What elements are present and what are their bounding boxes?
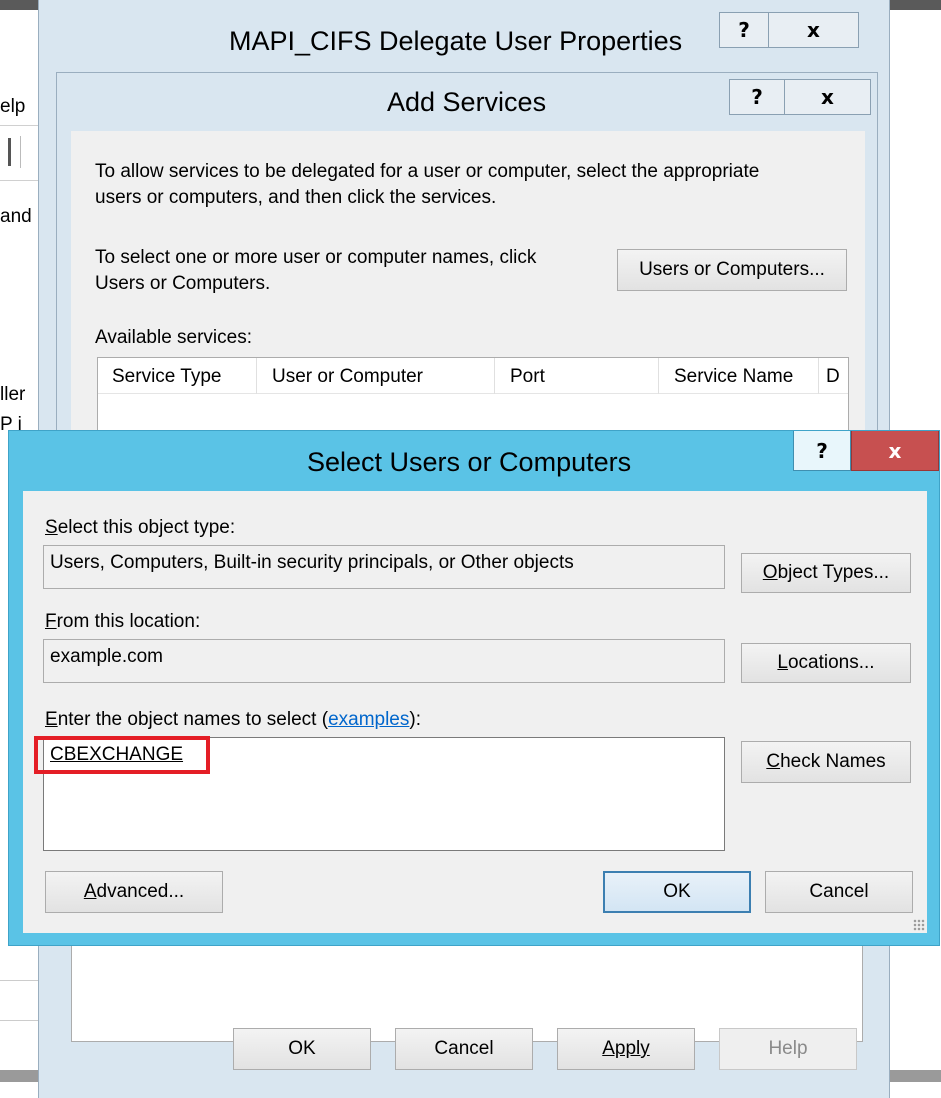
- advanced-text: dvanced...: [96, 881, 185, 902]
- mapi-apply-label: Apply: [602, 1038, 650, 1059]
- location-field: example.com: [43, 639, 725, 683]
- locations-text: ocations...: [787, 652, 875, 673]
- location-label: From this location:: [45, 611, 200, 633]
- object-names-label-suffix: ):: [409, 709, 421, 730]
- available-services-label: Available services:: [95, 327, 253, 348]
- column-port[interactable]: Port: [510, 366, 545, 388]
- object-types-text: bject Types...: [777, 562, 890, 583]
- tree-fragment-and[interactable]: and: [0, 206, 32, 228]
- object-names-label-text: nter the object names to select (: [57, 709, 329, 730]
- select-users-dialog: Select Users or Computers ? x Select thi…: [8, 430, 940, 946]
- object-types-label: Object Types...: [763, 562, 889, 584]
- mapi-title: MAPI_CIFS Delegate User Properties: [229, 26, 683, 56]
- help-icon: ?: [738, 18, 750, 42]
- advanced-access: A: [83, 881, 97, 902]
- services-header: Service Type User or Computer Port Servi…: [98, 358, 848, 394]
- select-users-ok-button[interactable]: OK: [603, 871, 751, 913]
- object-types-access: O: [762, 562, 778, 583]
- location-value: example.com: [50, 646, 163, 667]
- column-divider: [818, 358, 819, 394]
- object-names-input[interactable]: CBEXCHANGE: [34, 736, 725, 851]
- add-services-help-button[interactable]: ?: [729, 79, 785, 115]
- object-type-label-access: S: [45, 517, 58, 538]
- select-users-title: Select Users or Computers: [307, 447, 632, 477]
- advanced-button[interactable]: Advanced...: [45, 871, 223, 913]
- object-type-label-text: elect this object type:: [57, 517, 236, 538]
- select-users-cancel-button[interactable]: Cancel: [765, 871, 913, 913]
- menu-help-fragment[interactable]: elp: [0, 96, 25, 118]
- column-d[interactable]: D: [826, 366, 840, 388]
- select-users-cancel-label: Cancel: [809, 881, 869, 902]
- column-service-name[interactable]: Service Name: [674, 366, 793, 388]
- locations-button[interactable]: Locations...: [741, 643, 911, 683]
- location-label-text: rom this location:: [56, 611, 201, 632]
- add-services-intro-line1: To allow services to be delegated for a …: [95, 161, 760, 182]
- help-icon: ?: [751, 85, 763, 109]
- resolved-object-name[interactable]: CBEXCHANGE: [50, 744, 183, 766]
- users-or-computers-button[interactable]: Users or Computers...: [617, 249, 847, 291]
- add-services-select-line2: Users or Computers.: [95, 273, 271, 294]
- mapi-help-label: Help: [768, 1038, 808, 1059]
- add-services-client: To allow services to be delegated for a …: [71, 131, 865, 453]
- object-type-field: Users, Computers, Built-in security prin…: [43, 545, 725, 589]
- add-services-close-button[interactable]: x: [785, 79, 871, 115]
- add-services-select-line1: To select one or more user or computer n…: [95, 247, 537, 268]
- column-divider: [494, 358, 495, 394]
- check-names-label: Check Names: [766, 751, 885, 773]
- select-users-help-button[interactable]: ?: [793, 431, 851, 471]
- mapi-cancel-label: Cancel: [434, 1038, 494, 1059]
- toolbar-separator-2: [20, 136, 21, 168]
- mapi-close-button[interactable]: x: [769, 12, 859, 48]
- examples-link[interactable]: examples: [328, 709, 409, 730]
- mapi-cancel-button[interactable]: Cancel: [395, 1028, 533, 1070]
- resize-grip-icon[interactable]: [913, 919, 925, 931]
- check-names-button[interactable]: Check Names: [741, 741, 911, 783]
- select-users-client: Select this object type: Users, Computer…: [23, 491, 927, 933]
- toolbar-separator: [8, 138, 11, 166]
- column-divider: [658, 358, 659, 394]
- locations-label: Locations...: [777, 652, 874, 674]
- close-icon: x: [888, 438, 902, 463]
- mapi-ok-button[interactable]: OK: [233, 1028, 371, 1070]
- object-names-label-access: E: [45, 709, 58, 730]
- column-service-type[interactable]: Service Type: [112, 366, 221, 388]
- tree-fragment-ller[interactable]: ller: [0, 384, 25, 406]
- check-names-access: C: [766, 751, 781, 772]
- mapi-ok-label: OK: [288, 1038, 316, 1059]
- advanced-label: Advanced...: [84, 881, 184, 903]
- location-label-access: F: [45, 611, 57, 632]
- help-icon: ?: [816, 438, 828, 463]
- locations-access: L: [777, 652, 788, 673]
- add-services-intro-line2: users or computers, and then click the s…: [95, 187, 497, 208]
- users-or-computers-label: Users or Computers...: [639, 259, 825, 280]
- mapi-help-action-button[interactable]: Help: [719, 1028, 857, 1070]
- select-users-ok-label: OK: [663, 881, 691, 902]
- object-type-label: Select this object type:: [45, 517, 235, 539]
- mapi-help-button[interactable]: ?: [719, 12, 769, 48]
- column-divider: [256, 358, 257, 394]
- object-type-value: Users, Computers, Built-in security prin…: [50, 552, 574, 573]
- mapi-apply-button[interactable]: Apply: [557, 1028, 695, 1070]
- close-icon: x: [821, 85, 834, 109]
- object-types-button[interactable]: Object Types...: [741, 553, 911, 593]
- add-services-dialog: Add Services ? x To allow services to be…: [56, 72, 878, 453]
- check-names-text: heck Names: [780, 751, 886, 772]
- object-names-label: Enter the object names to select (exampl…: [45, 709, 421, 731]
- add-services-title: Add Services: [387, 87, 547, 117]
- select-users-close-button[interactable]: x: [851, 431, 939, 471]
- column-user-or-computer[interactable]: User or Computer: [272, 366, 423, 388]
- close-icon: x: [807, 18, 820, 42]
